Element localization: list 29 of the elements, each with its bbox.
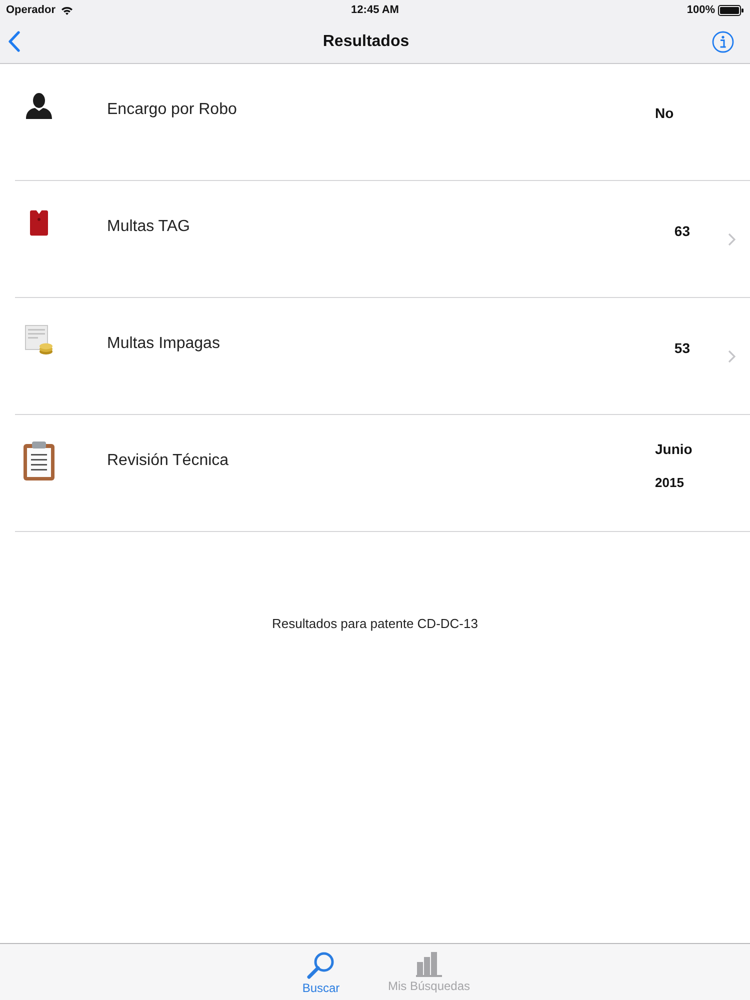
result-value: No <box>655 105 674 122</box>
wifi-icon <box>60 6 73 14</box>
result-label: Encargo por Robo <box>107 100 237 120</box>
clipboard-icon <box>23 441 55 481</box>
search-icon <box>307 951 335 979</box>
document-coins-icon <box>25 325 53 355</box>
info-icon <box>712 30 734 52</box>
screen-title: Resultados <box>322 32 410 50</box>
result-value: 2015 <box>655 474 684 491</box>
back-chevron-icon <box>8 31 20 52</box>
result-label: Multas Impagas <box>107 334 220 354</box>
tag-card-icon <box>30 210 48 236</box>
footer-note: Resultados para patente CD-DC-13 <box>271 616 479 631</box>
person-silhouette-icon <box>25 93 53 119</box>
result-value: Junio <box>655 441 692 458</box>
info-button[interactable] <box>710 28 736 54</box>
bar-chart-icon <box>416 951 442 977</box>
battery-icon <box>718 4 744 16</box>
result-value: 53 <box>674 340 690 357</box>
tab-button[interactable]: Buscar <box>271 944 371 1000</box>
result-value: 63 <box>674 223 690 240</box>
status-time: 12:45 AM <box>351 4 399 16</box>
result-label: Revisión Técnica <box>107 451 229 471</box>
battery-percentage: 100% <box>686 4 715 16</box>
result-row[interactable]: Multas Impagas 53 <box>15 298 750 415</box>
result-label: Multas TAG <box>107 217 190 237</box>
result-row[interactable]: Multas TAG 63 <box>15 181 750 298</box>
carrier-name: Operador <box>6 4 56 16</box>
back-button[interactable] <box>6 29 22 54</box>
